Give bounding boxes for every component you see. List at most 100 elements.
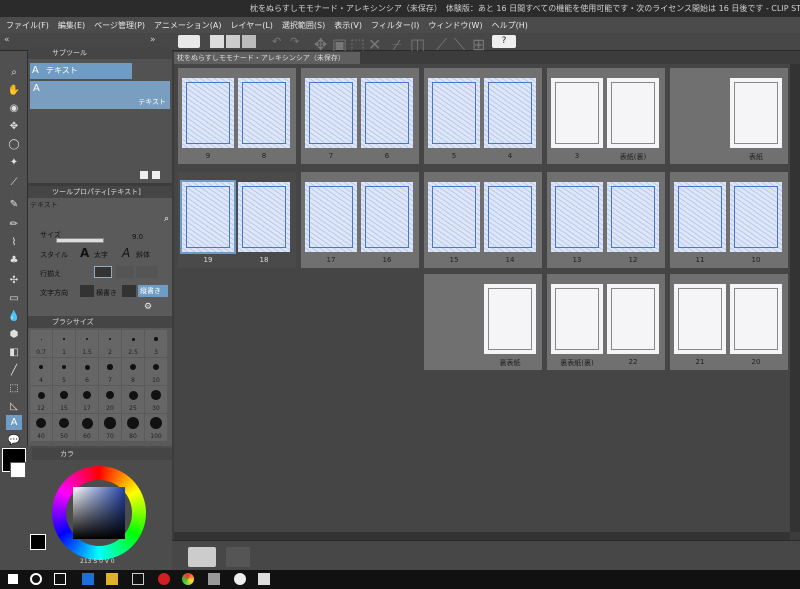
brush-size-cell[interactable]: 12 (30, 386, 52, 413)
sub-color-swatch[interactable] (10, 462, 26, 478)
penguin-icon[interactable] (234, 573, 246, 585)
explorer-icon[interactable] (106, 573, 118, 585)
page-spread[interactable]: 76 (301, 68, 419, 164)
page-thumbnail[interactable] (428, 78, 480, 148)
move-layer-icon[interactable]: ✥ (6, 119, 22, 134)
size-slider[interactable] (56, 238, 104, 243)
menu-help[interactable]: ヘルプ(H) (492, 20, 528, 31)
menu-layer[interactable]: レイヤー(L) (230, 20, 272, 31)
figure-icon[interactable]: ╱ (6, 363, 22, 378)
fill-icon[interactable]: ▣ (332, 35, 347, 54)
page-thumbnail[interactable] (305, 78, 357, 148)
search-icon[interactable] (30, 573, 42, 585)
horizontal-label[interactable]: 横書き (96, 288, 117, 298)
page-thumbnail[interactable] (607, 78, 659, 148)
task-view-icon[interactable] (54, 573, 66, 585)
page-thumbnail[interactable] (182, 78, 234, 148)
menu-filter[interactable]: フィルター(I) (371, 20, 419, 31)
page-thumbnail[interactable] (428, 182, 480, 252)
page-thumbnail[interactable] (361, 78, 413, 148)
page-spread[interactable]: 11 10 (670, 172, 788, 268)
page-thumbnail[interactable] (730, 284, 782, 354)
brush-size-cell[interactable]: 4 (30, 358, 52, 385)
page-thumbnail[interactable] (180, 180, 236, 254)
page-thumbnail[interactable] (238, 182, 290, 252)
brush-size-cell[interactable]: 2.5 (122, 330, 144, 357)
brush-size-cell[interactable]: 50 (53, 414, 75, 441)
vertical-icon[interactable] (122, 285, 136, 297)
page-spread[interactable]: 裏表紙(裏) 22 (547, 274, 665, 370)
mini-main-swatch[interactable] (30, 534, 46, 550)
page-thumbnail[interactable] (484, 182, 536, 252)
page-thumbnail[interactable] (674, 182, 726, 252)
pencil-icon[interactable]: ✏ (6, 217, 22, 232)
horizontal-scrollbar[interactable] (174, 532, 790, 540)
window-icon[interactable] (132, 573, 144, 585)
brush-size-cell[interactable]: 0.7 (30, 330, 52, 357)
select-icon[interactable]: ⬚ (350, 35, 365, 54)
brush-size-cell[interactable]: 20 (99, 386, 121, 413)
brush-size-cell[interactable]: 5 (53, 358, 75, 385)
page-spread[interactable]: 21 20 (670, 274, 788, 370)
brush-size-cell[interactable]: 17 (76, 386, 98, 413)
page-spread[interactable]: 98 (178, 68, 296, 164)
align-left-icon[interactable] (94, 266, 112, 278)
gradient-icon[interactable]: ◧ (6, 345, 22, 360)
toolprop-search-icon[interactable]: ⌕ (164, 214, 169, 224)
subtool-group-tab[interactable]: テキスト (30, 63, 132, 79)
page-spread[interactable]: 15 14 (424, 172, 542, 268)
document-tab[interactable]: 枕をぬらすしモモナード・アレキシンシア（未保存） (174, 52, 360, 64)
operation-icon[interactable]: ◉ (6, 101, 22, 116)
page-spread[interactable]: 裏表紙 (424, 274, 542, 370)
size-value[interactable]: 9.0 (132, 233, 143, 241)
saturation-square[interactable] (73, 487, 125, 539)
pen-icon[interactable]: ✎ (6, 197, 22, 212)
page-thumbnail[interactable] (484, 284, 536, 354)
page-thumbnail[interactable] (551, 78, 603, 148)
page-thumbnail[interactable] (551, 284, 603, 354)
hue-wheel[interactable] (52, 466, 146, 560)
page-thumbnail[interactable] (305, 182, 357, 252)
eyedropper-icon[interactable]: ⟋ (6, 175, 22, 190)
brush-size-cell[interactable]: 2 (99, 330, 121, 357)
frame-icon[interactable]: ⬚ (6, 381, 22, 396)
airbrush-icon[interactable]: ♣ (6, 253, 22, 268)
menu-selection[interactable]: 選択範囲(S) (282, 20, 325, 31)
subtool-item[interactable]: A テキスト (30, 81, 170, 109)
crop-icon[interactable]: ⌿ (392, 35, 406, 54)
page-thumbnail[interactable] (674, 284, 726, 354)
blend-icon[interactable]: 💧 (6, 309, 22, 324)
brush-icon[interactable]: ⌇ (6, 235, 22, 250)
brush-size-cell[interactable]: 25 (122, 386, 144, 413)
menu-window[interactable]: ウィンドウ(W) (428, 20, 482, 31)
save-icon[interactable] (242, 35, 256, 48)
selection-launcher-icon[interactable]: ◫ (410, 35, 425, 54)
menu-animation[interactable]: アニメーション(A) (154, 20, 221, 31)
brush-size-cell[interactable]: 1.5 (76, 330, 98, 357)
brush-size-cell[interactable]: 15 (53, 386, 75, 413)
settings-icon[interactable]: ⚙ (144, 302, 152, 312)
decoration-icon[interactable]: ✣ (6, 273, 22, 288)
subtool-copy-icon[interactable] (152, 171, 160, 179)
page-spread[interactable]: 54 (424, 68, 542, 164)
timeline-icon[interactable] (188, 547, 216, 567)
brush-size-cell[interactable]: 3 (145, 330, 167, 357)
italic-icon[interactable]: A (122, 246, 130, 260)
brush-size-cell[interactable]: 10 (145, 358, 167, 385)
brush-size-cell[interactable]: 6 (76, 358, 98, 385)
brush-size-cell[interactable]: 7 (99, 358, 121, 385)
page-spread[interactable]: 表紙 (670, 68, 788, 164)
app-icon[interactable] (208, 573, 220, 585)
camera-icon[interactable] (226, 547, 250, 567)
brush-size-cell[interactable]: 100 (145, 414, 167, 441)
ruler-snap-icon[interactable]: ⟍ (454, 35, 468, 54)
help-icon[interactable]: ? (492, 35, 516, 48)
collapse-left-icon[interactable]: « (4, 35, 18, 48)
horizontal-icon[interactable] (80, 285, 94, 297)
menu-edit[interactable]: 編集(E) (58, 20, 85, 31)
ruler-tool-icon[interactable]: ◺ (6, 399, 22, 414)
brush-size-cell[interactable]: 60 (76, 414, 98, 441)
transform-icon[interactable]: ✥ (314, 35, 328, 54)
page-thumbnail[interactable] (607, 182, 659, 252)
brush-size-cell[interactable]: 40 (30, 414, 52, 441)
